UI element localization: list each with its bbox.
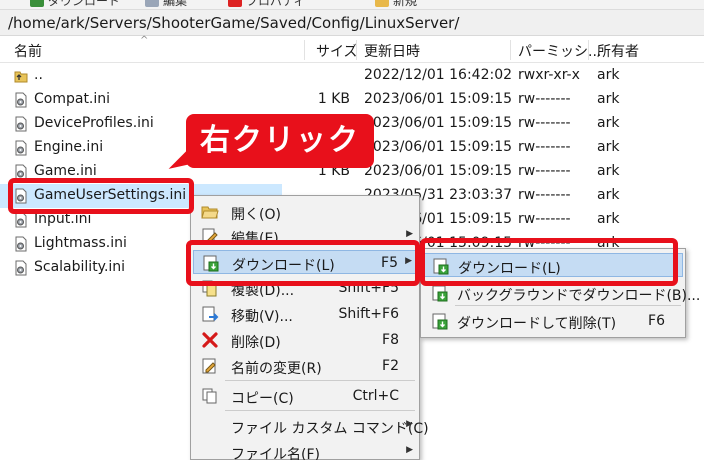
toolbar-new-button[interactable]: 新規 — [375, 0, 417, 8]
menu-item-shortcut: F8 — [382, 332, 399, 348]
column-modified[interactable]: 更新日時 — [364, 41, 420, 61]
menu-item-copy[interactable]: コピー(C) Ctrl+C — [193, 384, 417, 408]
ini-file-icon — [13, 140, 29, 156]
open-folder-icon — [201, 203, 219, 221]
path-bar[interactable]: /home/ark/Servers/ShooterGame/Saved/Conf… — [0, 10, 704, 36]
menu-item-shortcut: Shift+F6 — [338, 306, 399, 322]
file-manager-window: ダウンロード 編集 プロパティ 新規 /home/ark/Servers/Sho… — [0, 0, 704, 460]
new-icon — [375, 0, 389, 7]
download-delete-icon — [431, 312, 449, 330]
column-divider[interactable] — [304, 40, 305, 60]
menu-item-file-custom-command[interactable]: ファイル カスタム コマンド(C) ▶ — [193, 414, 429, 438]
file-modified: 2023/06/01 15:09:15 — [364, 163, 513, 179]
file-row[interactable]: .. 2022/12/01 16:42:02 rwxr-xr-x ark — [0, 64, 704, 88]
file-owner: ark — [597, 211, 620, 227]
file-owner: ark — [597, 115, 620, 131]
menu-separator — [225, 380, 415, 381]
menu-item-shortcut: Ctrl+C — [352, 388, 399, 404]
file-owner: ark — [597, 91, 620, 107]
menu-separator — [455, 305, 681, 306]
column-name[interactable]: 名前 — [14, 41, 42, 61]
menu-item-shortcut: F2 — [382, 358, 399, 374]
submenu-arrow-icon: ▶ — [406, 229, 413, 239]
file-permissions: rw------- — [518, 187, 571, 203]
edit-icon — [145, 0, 159, 7]
file-modified: 2023/06/01 15:09:15 — [364, 139, 513, 155]
download-icon — [30, 0, 44, 7]
menu-item-move[interactable]: 移動(V)... Shift+F6 — [193, 302, 417, 326]
file-owner: ark — [597, 187, 620, 203]
menu-item-label: ファイル カスタム コマンド(C) — [231, 421, 429, 437]
right-click-callout: 右クリック — [186, 114, 374, 168]
menu-item-shortcut: F6 — [648, 313, 665, 329]
menu-item-label: 削除(D) — [231, 335, 281, 351]
sort-ascending-icon: ^ — [140, 35, 149, 46]
move-icon — [201, 305, 219, 323]
toolbar-properties-button[interactable]: プロパティ — [228, 0, 305, 8]
file-permissions: rw------- — [518, 91, 571, 107]
menu-item-label: コピー(C) — [231, 391, 294, 407]
file-owner: ark — [597, 67, 620, 83]
file-name: Lightmass.ini — [34, 235, 127, 251]
toolbar-edit-button[interactable]: 編集 — [145, 0, 187, 8]
file-modified: 2023/06/01 15:09:15 — [364, 91, 513, 107]
highlight-box-submenu-download — [420, 238, 678, 286]
ini-file-icon — [13, 236, 29, 252]
menu-item-rename[interactable]: 名前の変更(R) F2 — [193, 354, 417, 378]
file-permissions: rw------- — [518, 115, 571, 131]
ini-file-icon — [13, 92, 29, 108]
file-owner: ark — [597, 163, 620, 179]
ini-file-icon — [13, 212, 29, 228]
menu-item-file-name[interactable]: ファイル名(F) ▶ — [193, 440, 417, 460]
column-divider[interactable] — [588, 40, 589, 60]
column-owner[interactable]: 所有者 — [597, 41, 639, 61]
menu-item-label: 名前の変更(R) — [231, 361, 322, 377]
highlight-box-file — [8, 178, 194, 214]
submenu-item-download-and-delete[interactable]: ダウンロードして削除(T) F6 — [423, 309, 683, 333]
rename-icon — [201, 357, 219, 375]
menu-item-label: 開く(O) — [231, 207, 281, 223]
copy-icon — [201, 387, 219, 405]
menu-item-label: バックグラウンドでダウンロード(B)... — [457, 288, 701, 304]
file-permissions: rwxr-xr-x — [518, 67, 580, 83]
highlight-box-download — [186, 240, 420, 286]
column-divider[interactable] — [510, 40, 511, 60]
file-modified: 2022/12/01 16:42:02 — [364, 67, 513, 83]
menu-item-delete[interactable]: 削除(D) F8 — [193, 328, 417, 352]
file-name: DeviceProfiles.ini — [34, 115, 154, 131]
file-name: .. — [34, 67, 43, 83]
ini-file-icon — [13, 260, 29, 276]
file-name: Game.ini — [34, 163, 97, 179]
menu-item-label: ファイル名(F) — [231, 447, 320, 460]
file-row[interactable]: Compat.ini 1 KB 2023/06/01 15:09:15 rw-----… — [0, 88, 704, 112]
file-permissions: rw------- — [518, 139, 571, 155]
submenu-arrow-icon: ▶ — [406, 445, 413, 455]
column-divider[interactable] — [356, 40, 357, 60]
menu-item-label: ダウンロードして削除(T) — [457, 316, 617, 332]
file-owner: ark — [597, 139, 620, 155]
menu-separator — [225, 410, 415, 411]
menu-item-label: 移動(V)... — [231, 309, 293, 325]
file-permissions: rw------- — [518, 163, 571, 179]
submenu-arrow-icon: ▶ — [406, 419, 413, 429]
menu-item-open[interactable]: 開く(O) — [193, 200, 417, 224]
file-modified: 2023/06/01 15:09:15 — [364, 115, 513, 131]
toolbar: ダウンロード 編集 プロパティ 新規 — [0, 0, 704, 10]
delete-icon — [201, 331, 219, 349]
background-download-icon — [431, 284, 449, 302]
file-permissions: rw------- — [518, 211, 571, 227]
ini-file-icon — [13, 116, 29, 132]
column-header: ^ 名前 サイズ 更新日時 パーミッシ... 所有者 — [0, 35, 704, 63]
file-name: Scalability.ini — [34, 259, 126, 275]
file-size: 1 KB — [317, 91, 350, 107]
file-name: Engine.ini — [34, 139, 104, 155]
properties-icon — [228, 0, 242, 7]
parent-folder-icon — [13, 68, 29, 84]
toolbar-download-button[interactable]: ダウンロード — [30, 0, 120, 8]
context-menu: 開く(O) 編集(E) ▶ ダウンロード(L) F5 ▶ 複製(D)... Shift+F5 移… — [190, 195, 429, 460]
column-size[interactable]: サイズ — [316, 41, 358, 61]
file-name: Compat.ini — [34, 91, 111, 107]
